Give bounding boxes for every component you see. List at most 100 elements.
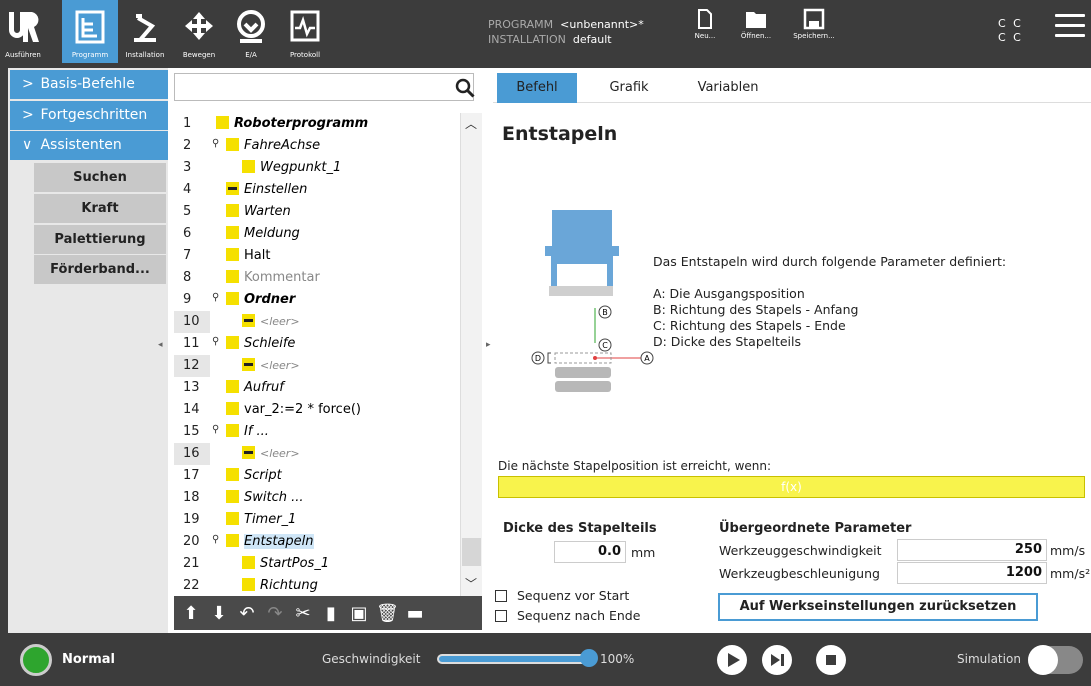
loop-icon [226, 336, 239, 349]
speed-label: Geschwindigkeit [322, 652, 421, 666]
tree-row[interactable]: 12 <leer> [174, 355, 460, 377]
tree-row[interactable]: 6 Meldung [174, 223, 460, 245]
tab-variables[interactable]: Variablen [683, 73, 773, 103]
tree-row[interactable]: 15 ⚲ If ... [174, 421, 460, 443]
nav-log[interactable]: Protokoll [278, 0, 332, 63]
description-line: D: Dicke des Stapelteils [653, 334, 801, 349]
ur-logo-icon [9, 12, 39, 42]
nav-io[interactable]: E/A [226, 0, 276, 63]
tree-node-label: Roboterprogramm [234, 116, 369, 131]
tree-search-field[interactable] [174, 73, 475, 101]
delete-icon[interactable]: 🗑 [376, 603, 399, 625]
tree-row[interactable]: 8 Kommentar [174, 267, 460, 289]
breakpoint-pin-icon[interactable]: ⚲ [212, 534, 219, 545]
play-button[interactable] [717, 645, 747, 675]
scroll-down-icon[interactable]: ﹀ [465, 575, 477, 592]
tab-command[interactable]: Befehl [497, 73, 577, 103]
direction-icon [242, 578, 255, 591]
paste-icon[interactable]: ▣ [348, 603, 370, 625]
sidebar-section-basis[interactable]: > Basis-Befehle [10, 70, 168, 99]
program-name: <unbenannt>* [560, 18, 644, 31]
nav-run[interactable]: Ausführen [0, 0, 46, 63]
tree-row[interactable]: 21 StartPos_1 [174, 553, 460, 575]
search-icon[interactable] [455, 78, 475, 98]
hamburger-menu-icon[interactable] [1055, 14, 1085, 40]
condition-expression-field[interactable]: f(x) [498, 476, 1085, 498]
tree-node-label: Ordner [244, 292, 296, 307]
thickness-input[interactable]: 0.0 [554, 541, 626, 563]
tree-row[interactable]: 18 Switch ... [174, 487, 460, 509]
line-number: 12 [174, 355, 210, 377]
seq-before-checkbox[interactable] [495, 590, 507, 602]
sidebar-item-conveyor[interactable]: Förderband... [34, 255, 166, 284]
tree-row[interactable]: 5 Warten [174, 201, 460, 223]
tree-row[interactable]: 4 Einstellen [174, 179, 460, 201]
breakpoint-pin-icon[interactable]: ⚲ [212, 292, 219, 303]
nav-run-label: Ausführen [5, 51, 41, 59]
tree-toolbar: ⬆ ⬇ ↶ ↷ ✂ ▮ ▣ 🗑 ▬ [174, 596, 482, 630]
tab-graphics[interactable]: Grafik [589, 73, 669, 103]
tool-speed-input[interactable]: 250 [897, 539, 1047, 561]
sidebar-item-force[interactable]: Kraft [34, 194, 166, 223]
diagram-label-c: C [602, 341, 608, 350]
move-up-icon[interactable]: ⬆ [180, 603, 202, 625]
tree-row[interactable]: 3 Wegpunkt_1 [174, 157, 460, 179]
seq-after-checkbox[interactable] [495, 610, 507, 622]
copy-icon[interactable]: ▮ [320, 603, 342, 625]
breakpoint-pin-icon[interactable]: ⚲ [212, 424, 219, 435]
nav-log-label: Protokoll [289, 51, 321, 59]
collapse-left-icon[interactable]: ◂ [158, 340, 168, 352]
redo-icon[interactable]: ↷ [264, 603, 286, 625]
speed-slider[interactable] [437, 654, 589, 664]
breakpoint-pin-icon[interactable]: ⚲ [212, 138, 219, 149]
page-title: Entstapeln [502, 123, 618, 145]
sidebar-section-advanced[interactable]: > Fortgeschritten [10, 101, 168, 130]
tree-row[interactable]: 22 Richtung [174, 575, 460, 596]
simulation-toggle-knob[interactable] [1028, 645, 1058, 675]
scroll-up-icon[interactable]: ︿ [465, 115, 477, 132]
comment-icon [226, 270, 239, 283]
tree-row[interactable]: 19 Timer_1 [174, 509, 460, 531]
tree-row[interactable]: 16 <leer> [174, 443, 460, 465]
breakpoint-pin-icon[interactable]: ⚲ [212, 336, 219, 347]
tree-row[interactable]: 14 var_2:=2 * force() [174, 399, 460, 421]
tree-row[interactable]: 11 ⚲ Schleife [174, 333, 460, 355]
step-button[interactable] [762, 645, 792, 675]
move-down-icon[interactable]: ⬇ [208, 603, 230, 625]
new-button[interactable]: Neu... [690, 8, 720, 40]
scroll-thumb[interactable] [462, 538, 481, 566]
assign-icon [226, 402, 239, 415]
sidebar-item-palletizing[interactable]: Palettierung [34, 225, 166, 254]
tree-scrollbar[interactable]: ︿ ﹀ [460, 113, 482, 596]
tool-speed-unit: mm/s [1050, 543, 1086, 558]
cut-icon[interactable]: ✂ [292, 603, 314, 625]
stop-button[interactable] [816, 645, 846, 675]
tree-row[interactable]: 7 Halt [174, 245, 460, 267]
nav-move[interactable]: Bewegen [174, 0, 224, 63]
tree-row[interactable]: 17 Script [174, 465, 460, 487]
tree-row[interactable]: 20 ⚲ Entstapeln [174, 531, 460, 553]
tree-row[interactable]: 2 ⚲ FahreAchse [174, 135, 460, 157]
tree-row[interactable]: 9 ⚲ Ordner [174, 289, 460, 311]
tool-accel-input[interactable]: 1200 [897, 562, 1047, 584]
sidebar-section-wizards[interactable]: ∨ Assistenten [10, 131, 168, 160]
top-bar: Ausführen Programm Installation Bewegen … [0, 0, 1091, 63]
nav-program[interactable]: Programm [62, 0, 118, 63]
description-line: A: Die Ausgangsposition [653, 286, 805, 301]
suppress-icon[interactable]: ▬ [404, 603, 426, 625]
sidebar-item-search[interactable]: Suchen [34, 163, 166, 192]
tree-row[interactable]: 10 <leer> [174, 311, 460, 333]
cc-line-2: C C [998, 31, 1023, 44]
seq-before-label: Sequenz vor Start [517, 588, 630, 603]
reset-defaults-button[interactable]: Auf Werkseinstellungen zurücksetzen [718, 593, 1038, 621]
status-indicator-icon[interactable] [20, 644, 52, 676]
nav-installation[interactable]: Installation [118, 0, 172, 63]
tree-row[interactable]: 13 Aufruf [174, 377, 460, 399]
tree-row[interactable]: 1 Roboterprogramm [174, 113, 460, 135]
save-button[interactable]: Speichern... [787, 8, 841, 40]
speed-slider-handle[interactable] [580, 649, 598, 667]
tree-search-input[interactable] [175, 74, 445, 98]
undo-icon[interactable]: ↶ [236, 603, 258, 625]
open-button[interactable]: Öffnen... [736, 8, 776, 40]
description-line: Das Entstapeln wird durch folgende Param… [653, 254, 1007, 269]
